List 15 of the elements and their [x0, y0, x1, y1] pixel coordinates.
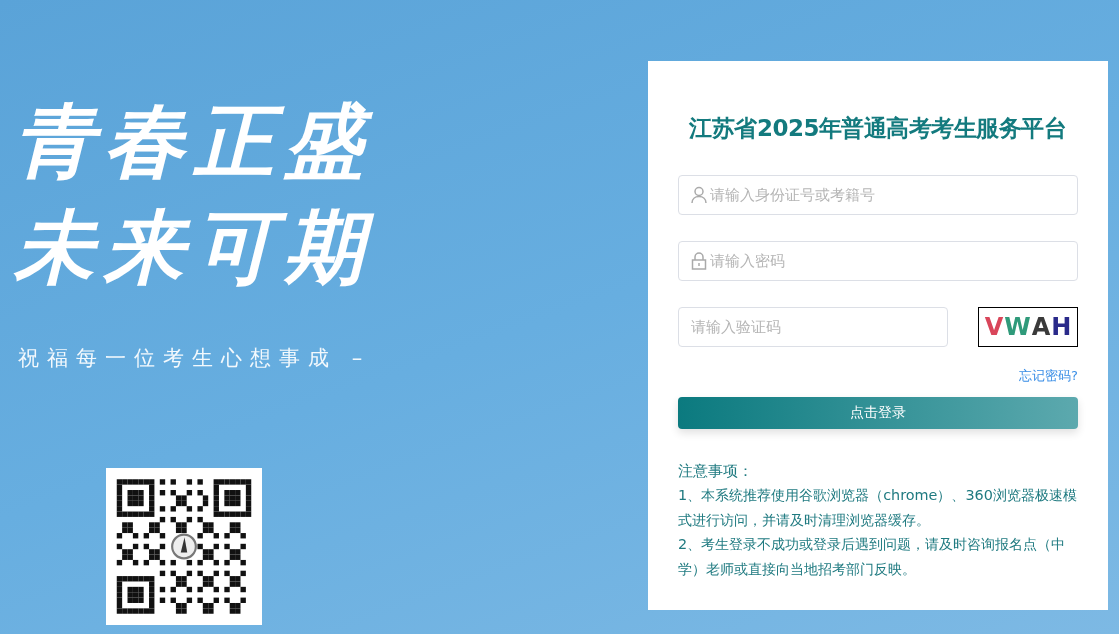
forgot-password-link[interactable]: 忘记密码?	[1019, 367, 1078, 385]
platform-title: 江苏省2025年普通高考考生服务平台	[689, 114, 1067, 143]
notes-title: 注意事项：	[678, 461, 754, 482]
slogan-text: 未来可期	[14, 199, 374, 296]
captcha-image[interactable]: VWAH	[978, 307, 1078, 347]
lock-icon	[691, 252, 707, 270]
slogan-text: 青春正盛	[14, 93, 374, 190]
id-input[interactable]: 请输入身份证号或考籍号	[678, 175, 1078, 215]
login-button[interactable]: 点击登录	[678, 397, 1078, 429]
note-text: 1、本系统推荐使用谷歌浏览器（chrome）、360浏览器极速模式进行访问，并请及时清理浏览器缓存。	[678, 486, 1078, 530]
password-input[interactable]: 请输入密码	[678, 241, 1078, 281]
user-icon	[691, 186, 707, 204]
slogan-subtitle: 祝福每一位考生心想事成 –	[17, 345, 371, 372]
captcha-input[interactable]: 请输入验证码	[678, 307, 948, 347]
note-text: 2、考生登录不成功或登录后遇到问题，请及时咨询报名点（中学）老师或直接向当地招考部门反映。	[678, 535, 1067, 579]
